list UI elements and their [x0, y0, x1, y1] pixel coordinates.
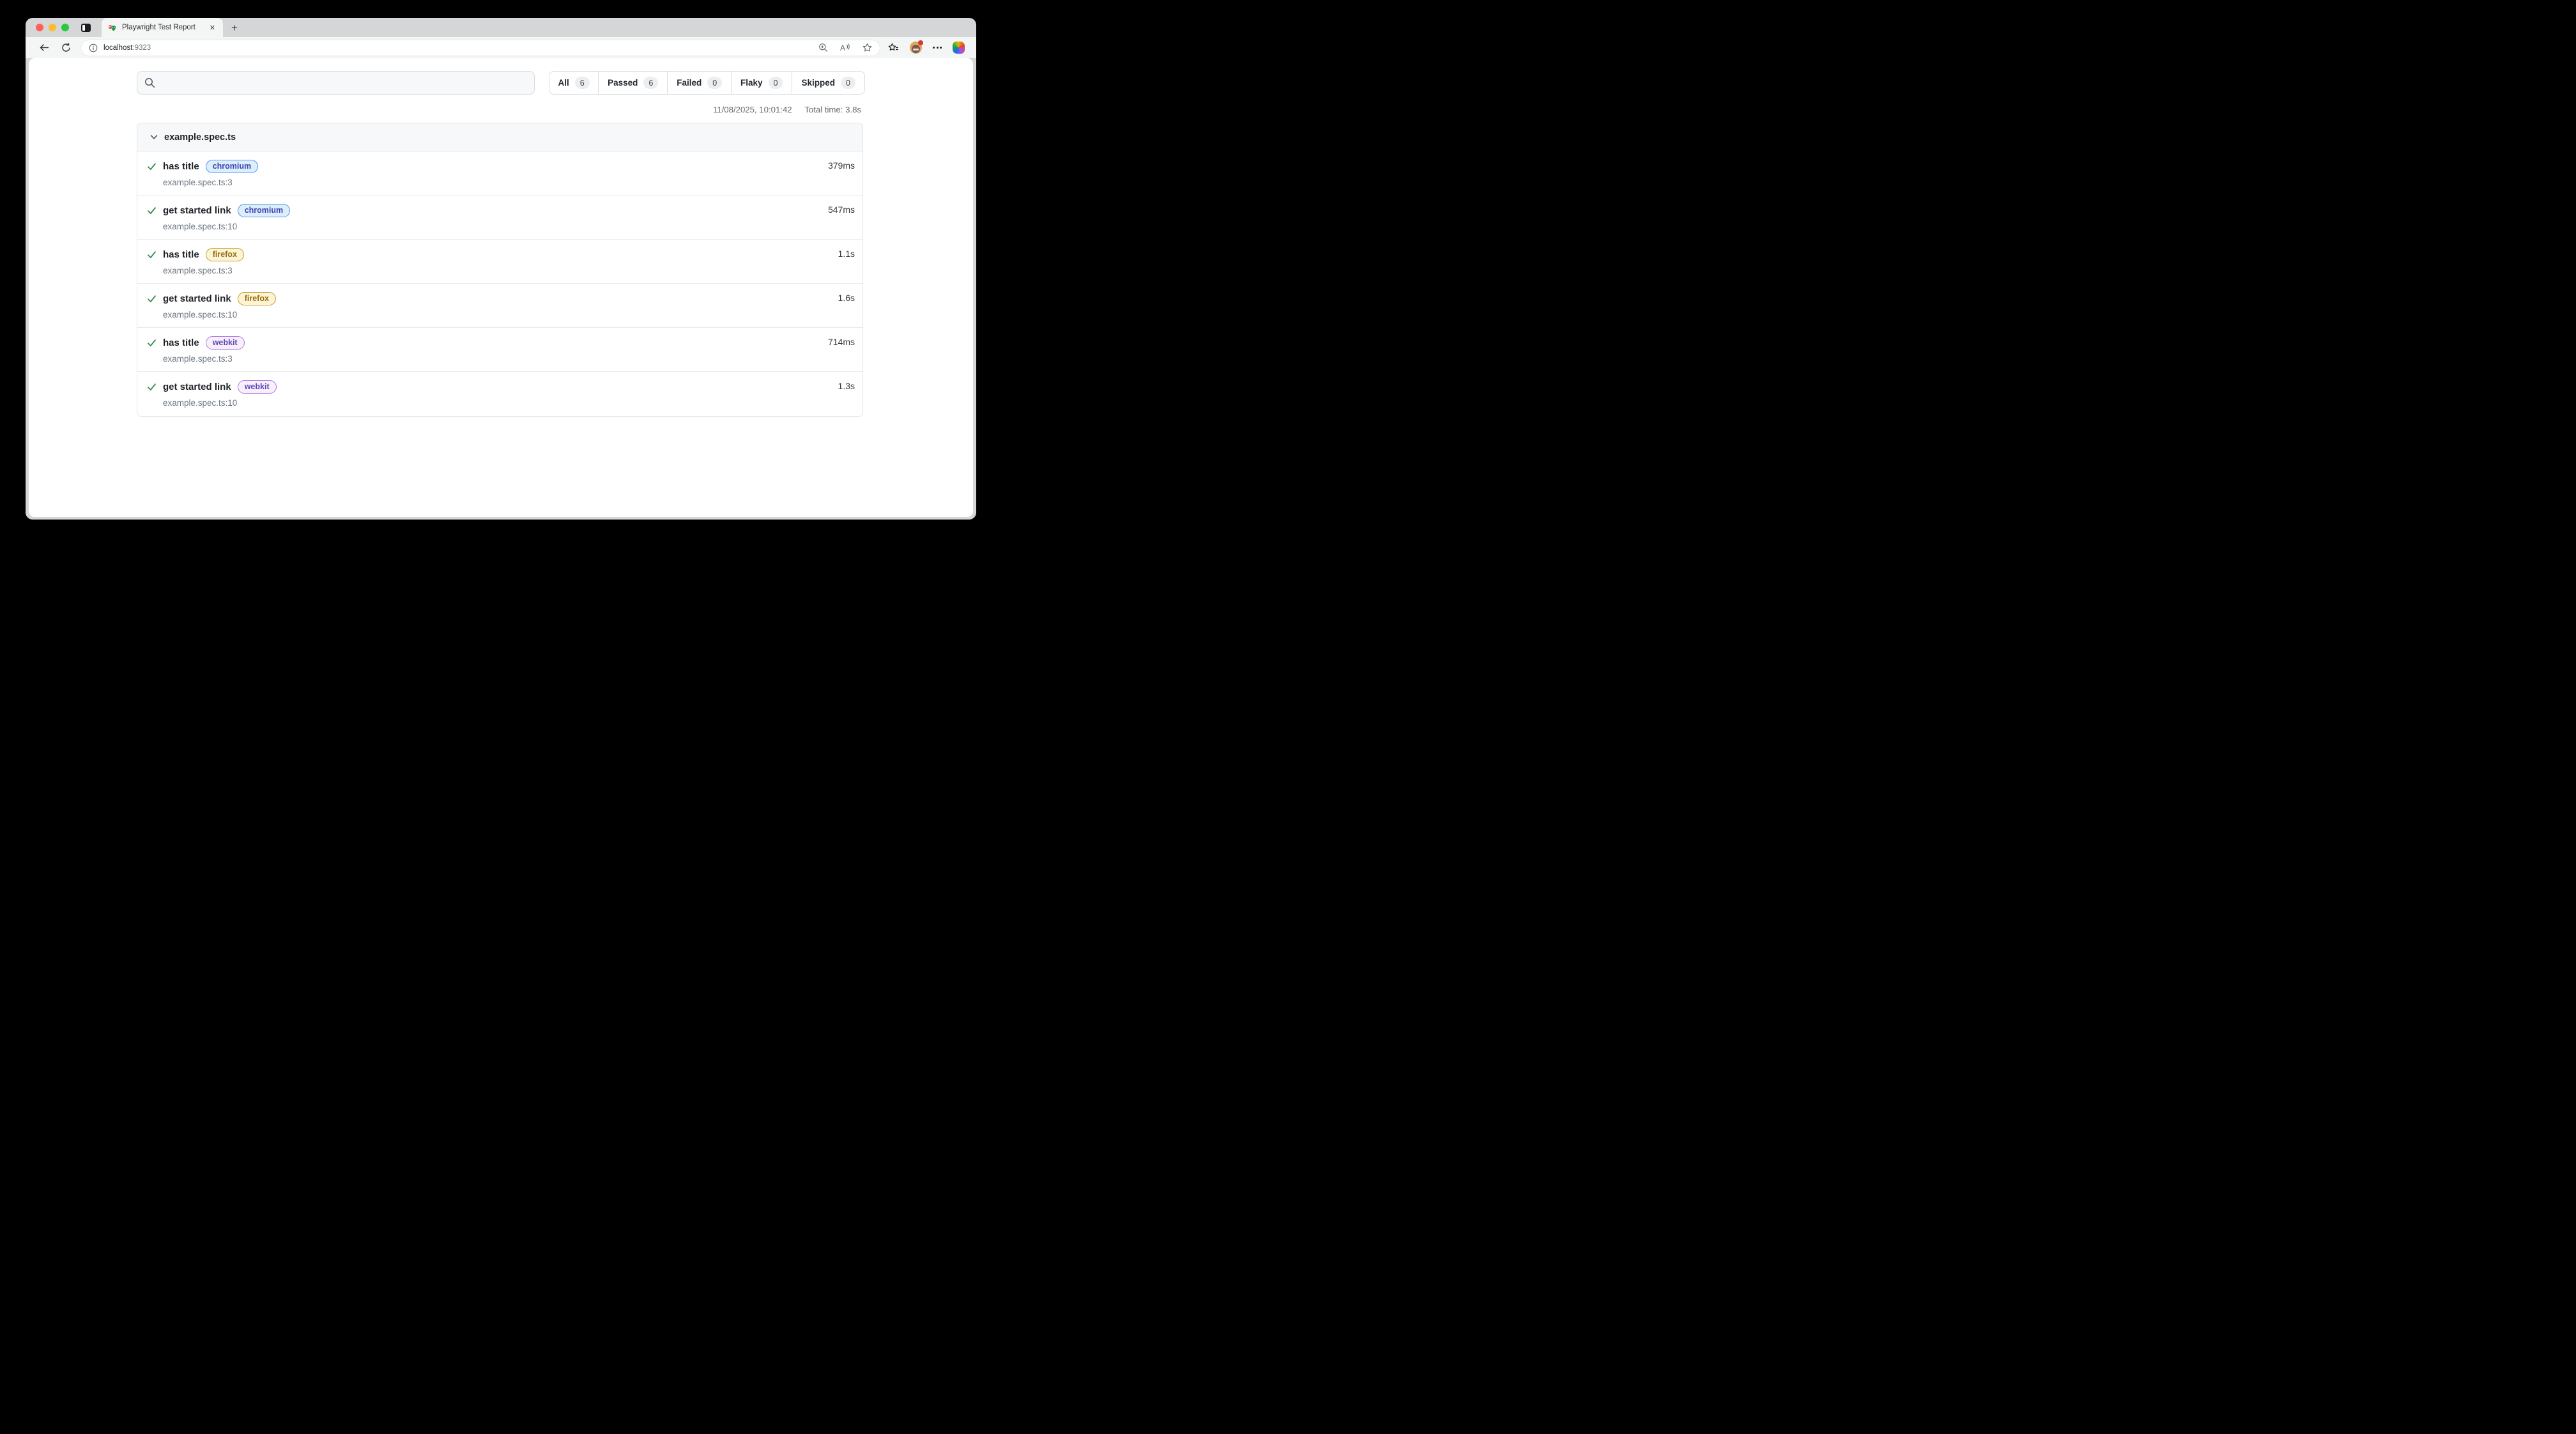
filter-passed[interactable]: Passed 6: [598, 71, 668, 95]
test-row[interactable]: has title webkit example.spec.ts:3 714ms: [137, 328, 862, 372]
project-badge[interactable]: webkit: [206, 336, 245, 350]
project-badge[interactable]: firefox: [206, 248, 244, 261]
web-content: All 6 Passed 6 Failed 0 Flaky 0: [29, 58, 973, 517]
chevron-down-icon: [150, 133, 158, 141]
zoom-page-icon[interactable]: [818, 43, 828, 52]
browser-toolbar: localhost:9323 A: [26, 37, 976, 58]
test-location: example.spec.ts:3: [163, 266, 855, 275]
test-location: example.spec.ts:10: [163, 222, 855, 231]
test-title[interactable]: has title: [163, 161, 199, 172]
search-input[interactable]: [160, 78, 527, 88]
url-port: :9323: [132, 44, 151, 52]
test-duration: 1.6s: [838, 293, 855, 303]
test-row[interactable]: get started link webkit example.spec.ts:…: [137, 372, 862, 416]
test-location: example.spec.ts:10: [163, 398, 855, 408]
playwright-logo-icon: [108, 23, 117, 32]
test-title[interactable]: get started link: [163, 205, 231, 216]
search-icon: [144, 77, 155, 88]
playwright-report-page: All 6 Passed 6 Failed 0 Flaky 0: [137, 71, 865, 417]
pass-check-icon: [147, 338, 157, 348]
test-duration: 547ms: [828, 204, 855, 215]
favorites-list-icon[interactable]: [888, 43, 899, 53]
window-controls: [36, 24, 69, 31]
url-host: localhost: [103, 44, 132, 52]
test-row[interactable]: get started link firefox example.spec.ts…: [137, 284, 862, 328]
new-tab-button[interactable]: +: [231, 22, 238, 33]
test-duration: 1.3s: [838, 381, 855, 391]
browser-window: Playwright Test Report ✕ + localhost:932…: [26, 18, 976, 520]
avatar-image: [912, 45, 920, 53]
filter-skipped[interactable]: Skipped 0: [792, 71, 865, 95]
test-duration: 714ms: [828, 337, 855, 347]
test-duration: 379ms: [828, 160, 855, 171]
pass-check-icon: [147, 206, 157, 215]
file-group-header[interactable]: example.spec.ts: [137, 123, 862, 151]
test-row[interactable]: get started link chromium example.spec.t…: [137, 196, 862, 240]
total-time: Total time: 3.8s: [804, 105, 861, 114]
filter-failed[interactable]: Failed 0: [667, 71, 732, 95]
test-title[interactable]: get started link: [163, 293, 231, 304]
tab-actions-icon[interactable]: [81, 24, 91, 32]
site-info-icon[interactable]: [89, 43, 98, 52]
reload-icon[interactable]: [61, 42, 72, 53]
tab-strip: Playwright Test Report ✕ +: [26, 18, 976, 37]
filter-passed-count: 6: [643, 77, 658, 89]
pass-check-icon: [147, 382, 157, 392]
filter-all-count: 6: [575, 77, 590, 89]
profile-avatar[interactable]: [910, 42, 922, 54]
run-info: 11/08/2025, 10:01:42 Total time: 3.8s: [137, 105, 865, 114]
close-window-button[interactable]: [36, 24, 43, 31]
read-aloud-icon[interactable]: A: [840, 43, 850, 52]
back-icon[interactable]: [39, 42, 50, 53]
search-box[interactable]: [137, 71, 535, 95]
test-row[interactable]: has title chromium example.spec.ts:3 379…: [137, 151, 862, 196]
notification-dot: [918, 40, 923, 45]
test-location: example.spec.ts:3: [163, 354, 855, 364]
project-badge[interactable]: webkit: [238, 380, 277, 394]
filter-chips: All 6 Passed 6 Failed 0 Flaky 0: [549, 71, 865, 95]
project-badge[interactable]: chromium: [206, 160, 258, 173]
svg-text:A: A: [840, 43, 845, 52]
test-duration: 1.1s: [838, 249, 855, 259]
test-title[interactable]: get started link: [163, 382, 231, 392]
pass-check-icon: [147, 250, 157, 259]
tab-close-icon[interactable]: ✕: [208, 24, 217, 32]
filter-failed-count: 0: [707, 77, 722, 89]
url-text: localhost:9323: [103, 44, 151, 52]
browser-tab[interactable]: Playwright Test Report ✕: [102, 18, 223, 37]
filter-flaky[interactable]: Flaky 0: [731, 71, 792, 95]
filter-skipped-count: 0: [841, 77, 855, 89]
settings-menu-icon[interactable]: [933, 47, 942, 49]
test-title[interactable]: has title: [163, 337, 199, 348]
minimize-window-button[interactable]: [49, 24, 56, 31]
test-file-card: example.spec.ts has title chromium examp…: [137, 123, 863, 417]
copilot-icon[interactable]: [953, 42, 965, 54]
project-badge[interactable]: chromium: [238, 204, 290, 217]
zoom-window-button[interactable]: [61, 24, 69, 31]
test-row[interactable]: has title firefox example.spec.ts:3 1.1s: [137, 240, 862, 284]
test-title[interactable]: has title: [163, 249, 199, 260]
pass-check-icon: [147, 162, 157, 171]
test-location: example.spec.ts:3: [163, 178, 855, 187]
favorite-star-icon[interactable]: [862, 43, 872, 52]
filter-flaky-count: 0: [769, 77, 783, 89]
filter-all[interactable]: All 6: [549, 71, 599, 95]
address-bar[interactable]: localhost:9323 A: [81, 40, 880, 56]
tab-title: Playwright Test Report: [122, 24, 208, 31]
file-group-name: example.spec.ts: [164, 132, 236, 143]
project-badge[interactable]: firefox: [238, 292, 276, 305]
run-timestamp: 11/08/2025, 10:01:42: [713, 105, 792, 114]
pass-check-icon: [147, 294, 157, 304]
test-location: example.spec.ts:10: [163, 310, 855, 320]
